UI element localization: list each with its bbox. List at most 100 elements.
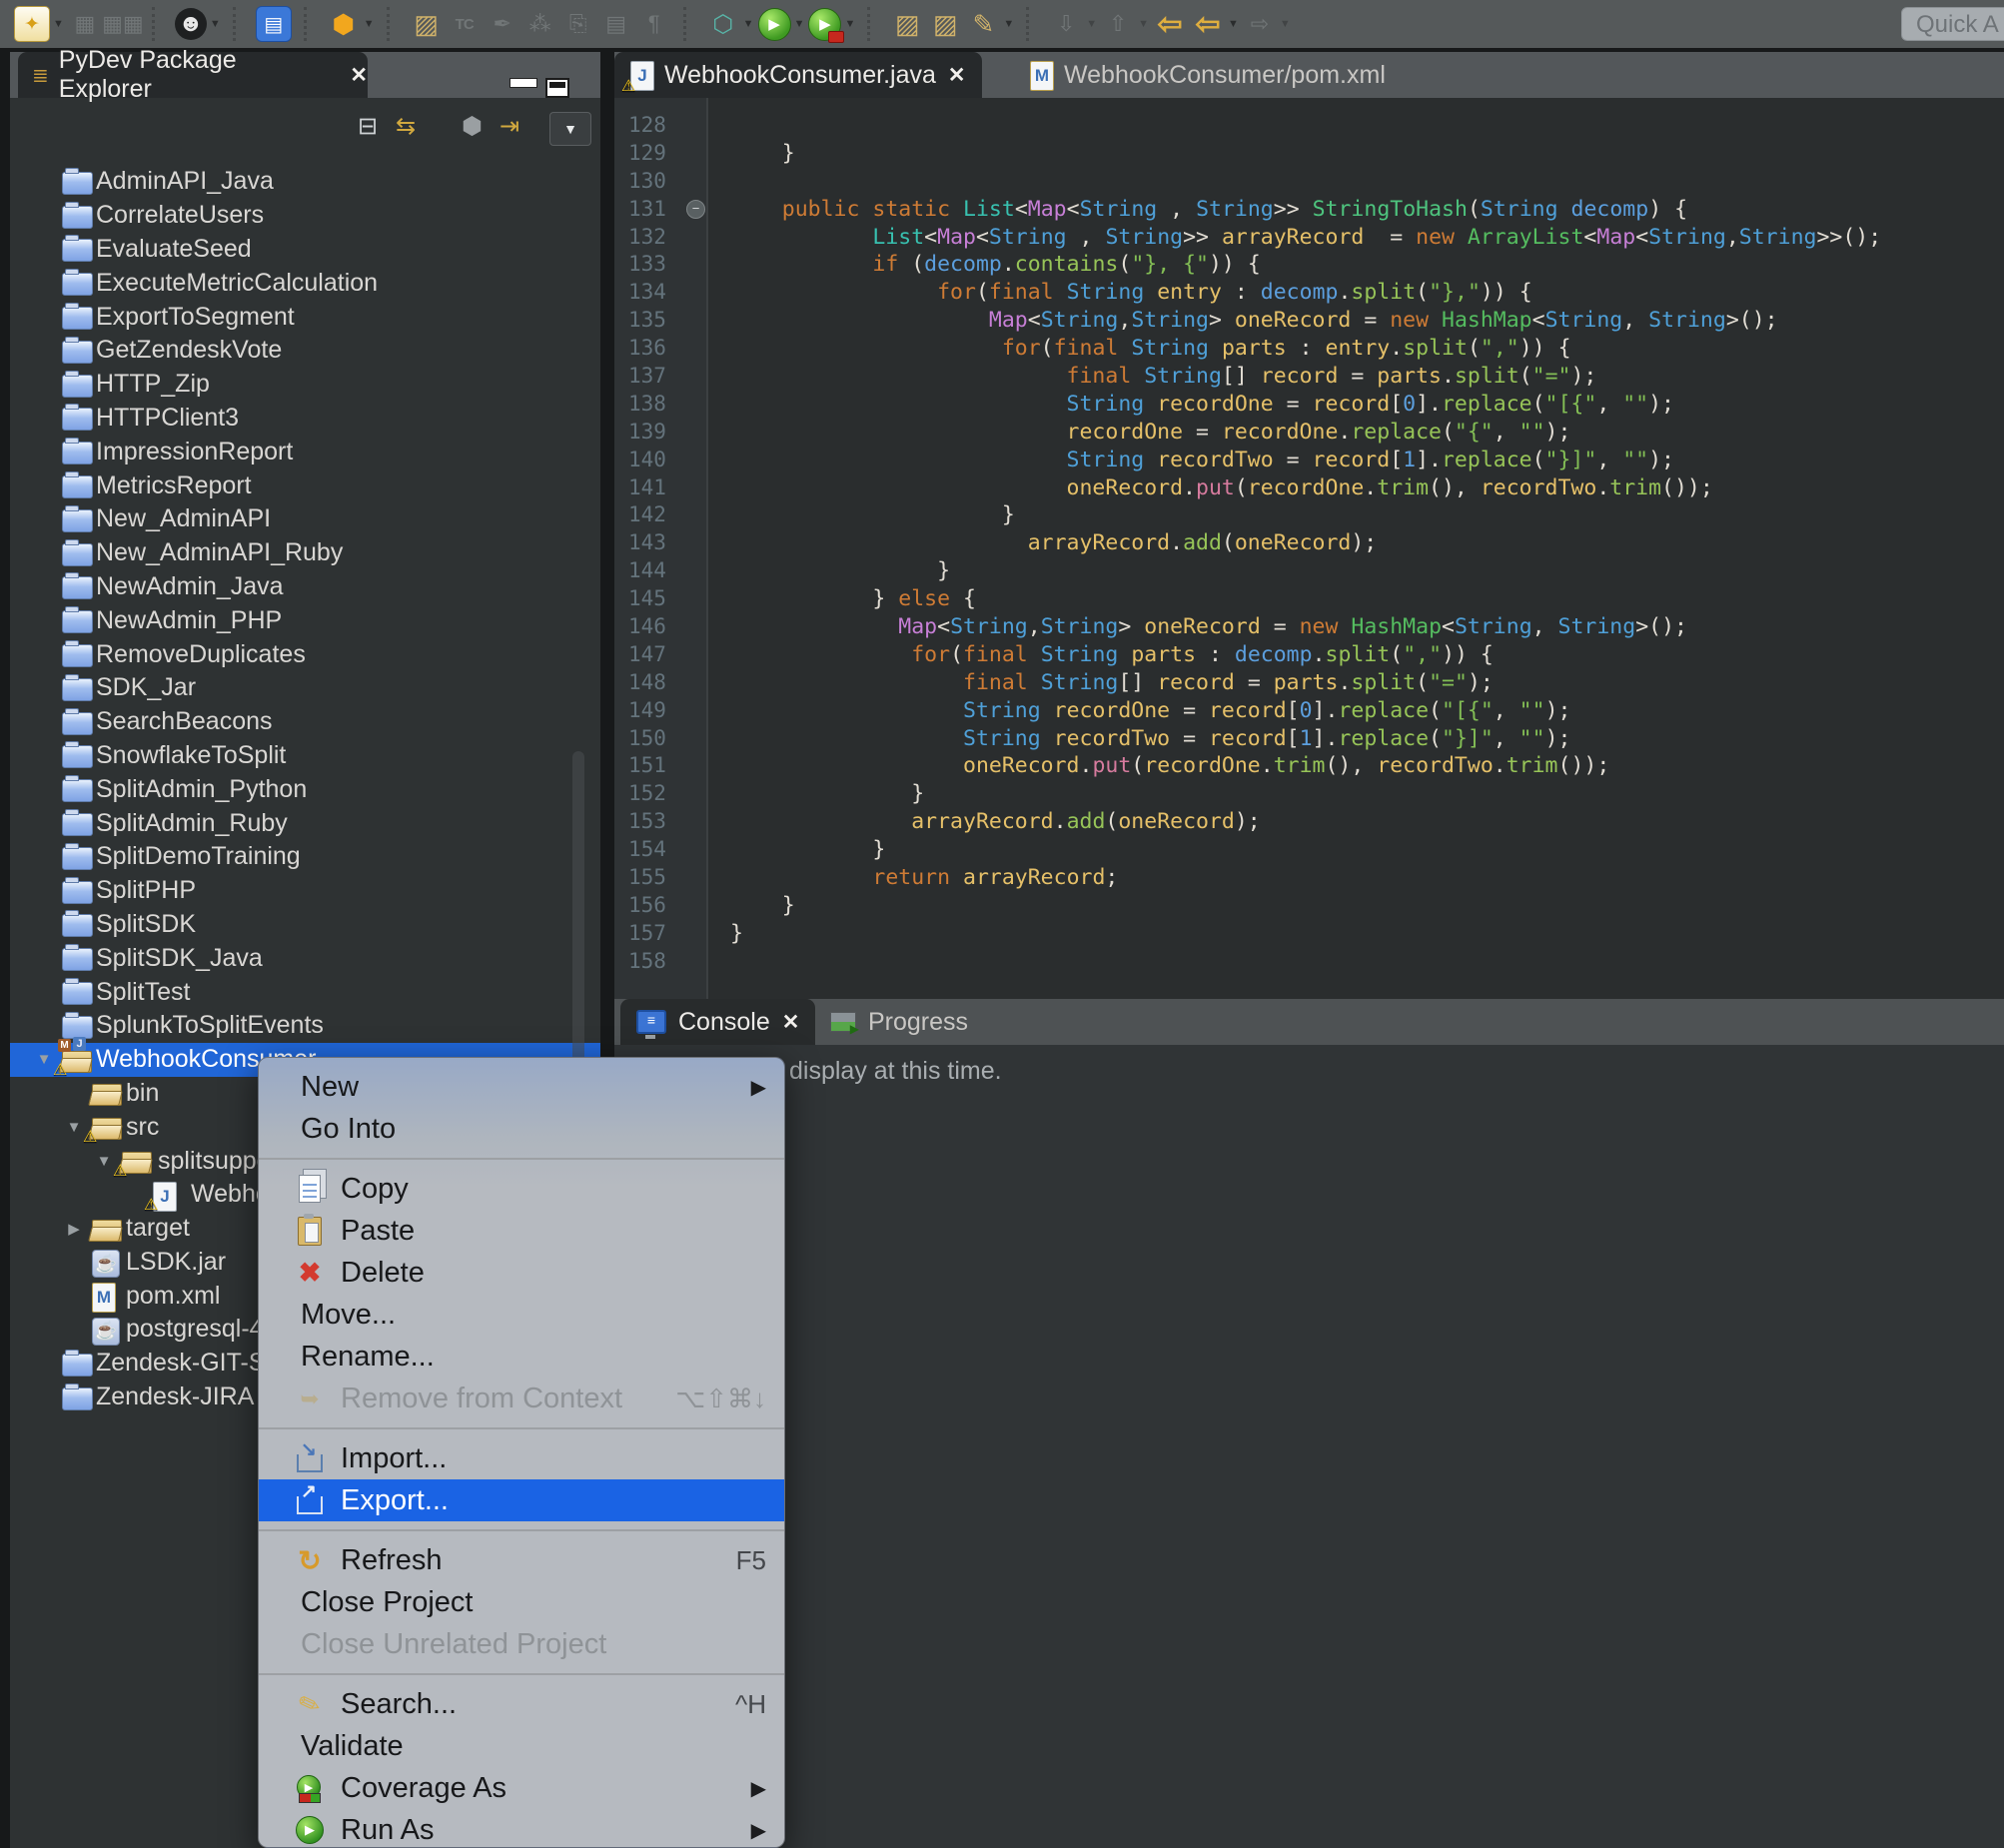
collapse-arrow-icon[interactable]: ▼ <box>94 1153 114 1170</box>
menu-item-validate[interactable]: Validate <box>259 1725 784 1767</box>
maximize-button[interactable] <box>545 78 569 98</box>
forward-dropdown-icon[interactable]: ▼ <box>1280 18 1291 30</box>
collapse-arrow-icon[interactable]: ▼ <box>64 1119 84 1136</box>
line-number[interactable]: 142 <box>614 501 702 529</box>
expand-arrow-icon[interactable]: ▶ <box>64 1220 84 1238</box>
close-icon[interactable]: ✕ <box>350 63 368 88</box>
packages-icon[interactable]: ⬢ <box>462 112 483 141</box>
highlighter-dropdown-icon[interactable]: ▼ <box>1003 18 1014 30</box>
close-icon[interactable]: ✕ <box>782 1010 800 1035</box>
close-icon[interactable]: ✕ <box>948 63 966 88</box>
line-number[interactable]: 132 <box>614 224 702 252</box>
menu-item-import[interactable]: ↘Import... <box>259 1437 784 1479</box>
skip-breakpoints-icon[interactable]: ⬡▼ <box>706 7 754 41</box>
menu-item-coverage-as[interactable]: ▶Coverage As▶ <box>259 1767 784 1809</box>
tree-row[interactable]: EvaluateSeed <box>10 233 600 267</box>
line-number[interactable]: 141 <box>614 474 702 502</box>
tree-row[interactable]: SearchBeacons <box>10 705 600 739</box>
tab-webhookconsumer-java[interactable]: J ⚠ WebhookConsumer.java ✕ <box>614 52 982 98</box>
tree-row[interactable]: SplitSDK_Java <box>10 941 600 975</box>
menu-item-new[interactable]: New▶ <box>259 1066 784 1108</box>
tree-row[interactable]: NewAdmin_Java <box>10 570 600 604</box>
tree-row[interactable]: HTTP_Zip <box>10 368 600 402</box>
menu-item-copy[interactable]: Copy <box>259 1168 784 1210</box>
open-task-folder-icon[interactable]: ▨ <box>890 7 924 41</box>
debug-dropdown-icon[interactable]: ▼ <box>364 18 375 30</box>
menu-item-go-into[interactable]: Go Into <box>259 1108 784 1150</box>
menu-item-export[interactable]: ↗Export... <box>259 1479 784 1521</box>
tree-row[interactable]: SplitTest <box>10 975 600 1009</box>
collapse-all-icon[interactable]: ⊟ <box>358 112 378 141</box>
menu-item-rename[interactable]: Rename... <box>259 1336 784 1378</box>
line-number[interactable]: 156 <box>614 892 702 920</box>
run-external-tools-dropdown-icon[interactable]: ▼ <box>844 18 855 30</box>
tree-scrollbar[interactable] <box>572 751 584 1091</box>
menu-item-delete[interactable]: ✖Delete <box>259 1252 784 1294</box>
quick-access-input[interactable]: Quick A <box>1901 7 2004 41</box>
line-number[interactable]: 149 <box>614 697 702 725</box>
tree-row[interactable]: New_AdminAPI_Ruby <box>10 536 600 570</box>
collapse-arrow-icon[interactable]: ▼ <box>34 1051 54 1068</box>
tree-row[interactable]: RemoveDuplicates <box>10 637 600 671</box>
open-resource-folder-icon[interactable]: ▨ <box>410 7 444 41</box>
run-dropdown-icon[interactable]: ▼ <box>794 18 805 30</box>
line-number[interactable]: 144 <box>614 557 702 585</box>
tree-row[interactable]: SplitDemoTraining <box>10 840 600 874</box>
minimize-button[interactable] <box>509 78 537 88</box>
tree-row[interactable]: SplitSDK <box>10 908 600 942</box>
tree-row[interactable]: NewAdmin_PHP <box>10 603 600 637</box>
view-menu-button[interactable]: ▼ <box>549 112 591 146</box>
fold-collapse-icon[interactable]: − <box>686 200 705 219</box>
tree-row[interactable]: New_AdminAPI <box>10 502 600 536</box>
import-with-file-dropdown-icon[interactable]: ▼ <box>1086 18 1097 30</box>
menu-item-close-project[interactable]: Close Project <box>259 1581 784 1623</box>
link-with-editor-icon[interactable]: ⇆ <box>396 112 416 141</box>
tree-row[interactable]: CorrelateUsers <box>10 199 600 233</box>
line-number[interactable]: 146 <box>614 613 702 641</box>
line-number[interactable]: 139 <box>614 419 702 447</box>
last-edit-location-icon[interactable]: ⇦ <box>1153 7 1187 41</box>
back-icon[interactable]: ⇦▼ <box>1191 7 1239 41</box>
tree-row[interactable]: HTTPClient3 <box>10 402 600 436</box>
console-view-icon[interactable]: ▤ <box>256 6 292 42</box>
tree-row[interactable]: GetZendeskVote <box>10 334 600 368</box>
menu-item-refresh[interactable]: ↻RefreshF5 <box>259 1539 784 1581</box>
line-number[interactable]: 153 <box>614 808 702 836</box>
tree-row[interactable]: SnowflakeToSplit <box>10 739 600 773</box>
tree-row[interactable]: SplunkToSplitEvents <box>10 1009 600 1043</box>
line-number[interactable]: 143 <box>614 529 702 557</box>
line-number[interactable]: 147 <box>614 641 702 669</box>
line-number[interactable]: 137 <box>614 363 702 391</box>
tree-row[interactable]: ImpressionReport <box>10 435 600 468</box>
line-number[interactable]: 154 <box>614 836 702 864</box>
new-wizard-icon[interactable]: ✦▼ <box>14 6 64 42</box>
tree-row[interactable]: SplitAdmin_Python <box>10 772 600 806</box>
tree-row[interactable]: SplitPHP <box>10 874 600 908</box>
skip-breakpoints-dropdown-icon[interactable]: ▼ <box>743 18 754 30</box>
line-number[interactable]: 129 <box>614 140 702 168</box>
menu-item-search[interactable]: ✎Search...^H <box>259 1683 784 1725</box>
line-number[interactable]: 134 <box>614 279 702 307</box>
menu-item-run-as[interactable]: ▶Run As▶ <box>259 1809 784 1848</box>
tab-progress[interactable]: Progress <box>814 999 996 1045</box>
line-number[interactable]: 138 <box>614 391 702 419</box>
tab-pydev-package-explorer[interactable]: ≣ PyDev Package Explorer ✕ <box>18 52 368 98</box>
line-number[interactable]: 128 <box>614 112 702 140</box>
tree-row[interactable]: MetricsReport <box>10 468 600 502</box>
user-profile-icon[interactable]: ☻▼ <box>175 8 221 40</box>
new-wizard-dropdown-icon[interactable]: ▼ <box>53 18 64 30</box>
run-external-tools-icon[interactable]: ▶▼ <box>808 8 855 41</box>
tab-webhookconsumer-pom-xml[interactable]: M WebhookConsumer/pom.xml <box>1014 52 1414 98</box>
line-number[interactable]: 155 <box>614 864 702 892</box>
line-number[interactable]: 148 <box>614 669 702 697</box>
line-number[interactable]: 150 <box>614 725 702 753</box>
tree-row[interactable]: SDK_Jar <box>10 671 600 705</box>
line-number[interactable]: 136 <box>614 335 702 363</box>
line-number[interactable]: 151 <box>614 752 702 780</box>
menu-item-move[interactable]: Move... <box>259 1294 784 1336</box>
line-number[interactable]: 140 <box>614 447 702 474</box>
focus-on-active-task-icon[interactable]: ⇥ <box>500 112 519 141</box>
tree-row[interactable]: ExportToSegment <box>10 300 600 334</box>
line-number[interactable]: 157 <box>614 920 702 948</box>
tree-row[interactable]: SplitAdmin_Ruby <box>10 806 600 840</box>
